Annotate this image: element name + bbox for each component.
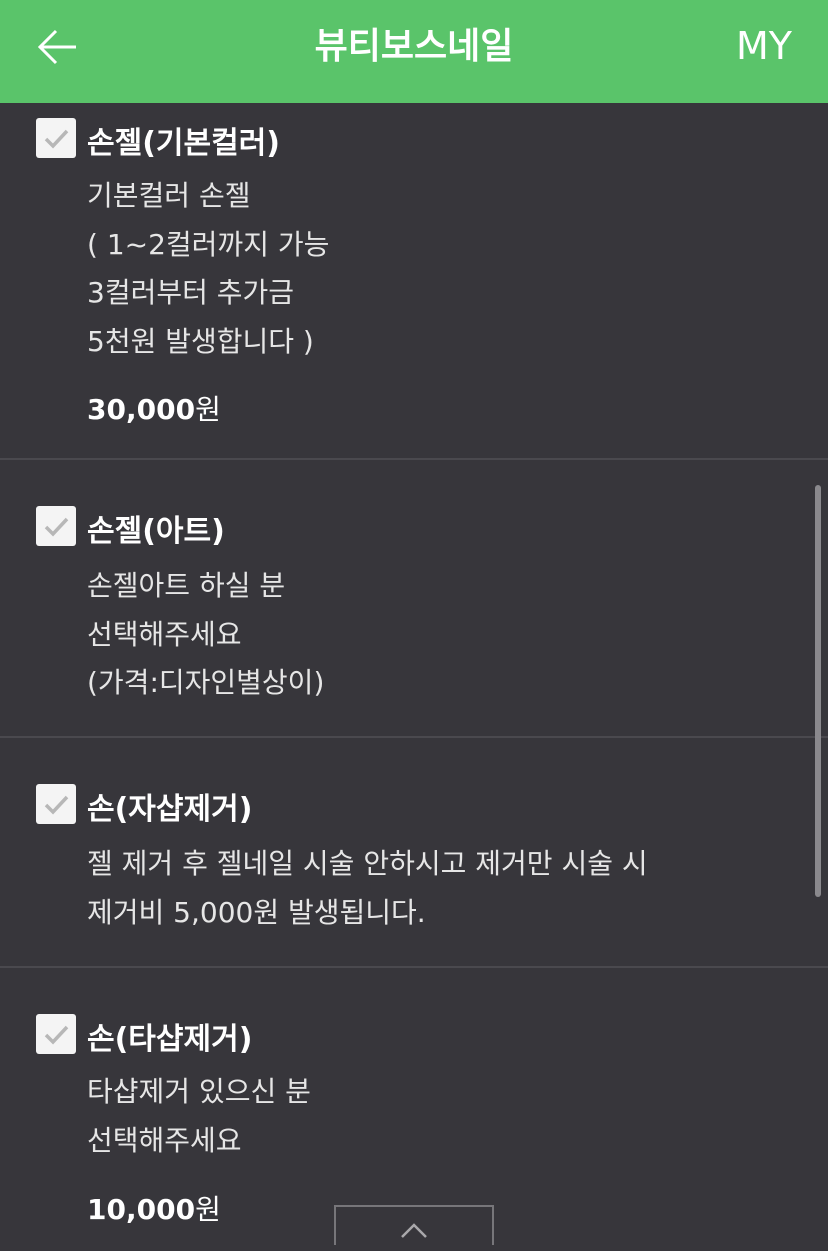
arrow-left-icon: [37, 29, 76, 65]
description-line: 타샵제거 있으신 분: [87, 1075, 311, 1108]
description-line: 3컬러부터 추가금: [87, 276, 295, 309]
page-title: 뷰티보스네일: [314, 26, 514, 67]
description-line: 선택해주세요: [87, 617, 242, 651]
item-price: 30,000원: [87, 388, 221, 428]
description-line: 5천원 발생합니다 ): [87, 324, 314, 358]
item-description: 기본컬러 손젤 ( 1~2컬러까지 가능 3컬러부터 추가금 5천원 발생합니다…: [87, 172, 329, 366]
my-button[interactable]: MY: [736, 0, 792, 93]
item-checkbox[interactable]: [36, 1014, 76, 1054]
checkmark-icon: [44, 1025, 69, 1045]
item-checkbox[interactable]: [36, 784, 76, 824]
item-checkbox[interactable]: [36, 506, 76, 546]
item-description: 젤 제거 후 젤네일 시술 안하시고 제거만 시술 시 제거비 5,000원 발…: [87, 840, 648, 937]
list-item: 손(자샵제거) 젤 제거 후 젤네일 시술 안하시고 제거만 시술 시 제거비 …: [0, 738, 828, 968]
price-value: 10,000: [87, 1193, 196, 1226]
item-title: 손(자샵제거): [87, 792, 253, 827]
scrollbar[interactable]: [815, 485, 821, 897]
list-item: 손젤(아트) 손젤아트 하실 분 선택해주세요 (가격:디자인별상이): [0, 460, 828, 738]
list-item: 손젤(기본컬러) 기본컬러 손젤 ( 1~2컬러까지 가능 3컬러부터 추가금 …: [0, 103, 828, 460]
description-line: 선택해주세요: [87, 1123, 242, 1157]
app-header: 뷰티보스네일 MY: [0, 0, 828, 103]
item-checkbox[interactable]: [36, 118, 76, 158]
back-button[interactable]: [36, 24, 84, 72]
item-title: 손(타샵제거): [87, 1022, 253, 1057]
description-line: 젤 제거 후 젤네일 시술 안하시고 제거만 시술 시: [87, 847, 648, 880]
description-line: (가격:디자인별상이): [87, 666, 325, 699]
chevron-up-icon: [401, 1223, 427, 1238]
checkmark-icon: [44, 129, 69, 149]
price-unit: 원: [195, 1193, 221, 1226]
item-title: 손젤(기본컬러): [87, 126, 281, 161]
description-line: 기본컬러 손젤: [87, 179, 251, 212]
description-line: 제거비 5,000원 발생됩니다.: [87, 895, 426, 929]
list-item: 손(타샵제거) 타샵제거 있으신 분 선택해주세요 10,000원: [0, 968, 828, 1239]
price-value: 30,000: [87, 393, 196, 426]
item-description: 타샵제거 있으신 분 선택해주세요: [87, 1068, 311, 1165]
menu-list: 손젤(기본컬러) 기본컬러 손젤 ( 1~2컬러까지 가능 3컬러부터 추가금 …: [0, 103, 828, 1239]
item-price: 10,000원: [87, 1188, 221, 1228]
item-description: 손젤아트 하실 분 선택해주세요 (가격:디자인별상이): [87, 562, 324, 708]
scroll-top-button[interactable]: [334, 1205, 494, 1245]
description-line: ( 1~2컬러까지 가능: [87, 227, 330, 261]
item-title: 손젤(아트): [87, 514, 225, 549]
description-line: 손젤아트 하실 분: [87, 569, 286, 602]
checkmark-icon: [44, 517, 69, 537]
checkmark-icon: [44, 795, 69, 815]
price-unit: 원: [195, 393, 221, 426]
